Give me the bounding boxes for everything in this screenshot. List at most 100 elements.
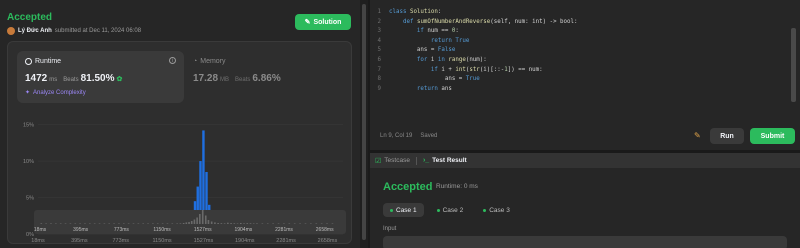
- code-text[interactable]: def sumOfNumberAndReverse(self, num: int…: [389, 18, 578, 28]
- pencil-icon: ✎: [304, 19, 311, 26]
- scrubber-bar: [132, 223, 135, 224]
- scrubber-bar: [210, 221, 213, 224]
- scrubber-bar: [246, 223, 249, 224]
- tab-test-result[interactable]: ›_ Test Result: [423, 157, 467, 164]
- x-tick-label: 1904ms: [235, 238, 255, 244]
- submission-status: Accepted: [7, 12, 53, 23]
- checkbox-icon: ☑: [375, 157, 382, 165]
- code-text[interactable]: for i in range(num):: [389, 56, 487, 66]
- scrubber-bar: [122, 223, 125, 224]
- pass-dot-icon: [483, 208, 487, 212]
- code-text[interactable]: ans = False: [389, 46, 455, 56]
- scrubber-bar: [84, 223, 86, 224]
- code-line[interactable]: 2 def sumOfNumberAndReverse(self, num: i…: [370, 18, 578, 28]
- code-line[interactable]: 3 if num == 0:: [370, 27, 578, 37]
- scrubber-bar: [204, 215, 207, 224]
- analyze-complexity-link[interactable]: ✦ Analyze Complexity: [25, 89, 86, 97]
- scrubber-bar: [93, 223, 96, 224]
- scrubber-bar: [127, 223, 130, 224]
- code-text[interactable]: return ans: [389, 85, 452, 95]
- result-runtime: Runtime: 0 ms: [436, 183, 478, 190]
- scrubber-bar: [64, 223, 67, 224]
- code-line[interactable]: 9 return ans: [370, 85, 578, 95]
- runtime-beats-label: Beats: [63, 77, 79, 83]
- scrubber-bar: [272, 223, 274, 224]
- scrubber-tick-label: 1527ms: [194, 227, 212, 233]
- case-3-button[interactable]: Case 3: [476, 203, 517, 217]
- memory-beats-label: Beats: [235, 77, 251, 83]
- memory-beats-pct: 6.86%: [252, 73, 281, 84]
- tab-testcase[interactable]: ☑ Testcase: [375, 157, 410, 165]
- code-text[interactable]: class Solution:: [389, 8, 441, 18]
- scrubber-bar: [230, 223, 232, 224]
- scrubber-tick-label: 2658ms: [316, 227, 334, 233]
- code-text[interactable]: if num == 0:: [389, 27, 459, 37]
- y-tick-label: 15%: [23, 123, 34, 129]
- runtime-label: Runtime: [35, 58, 62, 65]
- code-editor[interactable]: 1 class Solution: 2 def sumOfNumberAndReve…: [370, 0, 800, 150]
- run-button[interactable]: Run: [710, 128, 744, 144]
- save-status: Saved: [420, 133, 438, 139]
- memory-label-row[interactable]: ◔ Memory: [193, 58, 226, 65]
- scrubber-bar: [310, 223, 312, 224]
- scrubber-bar: [69, 223, 72, 224]
- solution-button[interactable]: ✎ Solution: [295, 14, 351, 30]
- line-number: 7: [377, 66, 382, 73]
- scrubber-bar: [249, 223, 252, 224]
- test-result-panel: ☑ Testcase ›_ Test Result Accepted Runti…: [370, 153, 800, 248]
- y-tick-label: 10%: [23, 159, 34, 165]
- sparkle-icon: ✦: [25, 90, 31, 96]
- code-line[interactable]: 1 class Solution:: [370, 8, 578, 18]
- case-1-label: Case 1: [396, 206, 417, 214]
- scrubber-bar: [283, 223, 285, 224]
- x-tick-label: 1527ms: [194, 238, 214, 244]
- case-2-button[interactable]: Case 2: [430, 203, 471, 217]
- line-number: 3: [377, 28, 382, 35]
- username-link[interactable]: Lý Đức Anh: [18, 28, 52, 34]
- scrubber-bar: [236, 223, 239, 224]
- line-number: 5: [377, 47, 382, 54]
- scrubber-bar: [326, 223, 328, 224]
- scrubber-bar: [182, 223, 185, 224]
- case-1-button[interactable]: Case 1: [383, 203, 424, 217]
- code-line[interactable]: 7 if i + int(str(i)[::-1]) == num:: [370, 66, 578, 76]
- scrubber-bar: [45, 223, 47, 224]
- solution-button-label: Solution: [313, 18, 342, 26]
- memory-icon: ◔: [193, 58, 198, 65]
- avatar[interactable]: [7, 27, 15, 35]
- code-text[interactable]: return True: [389, 37, 469, 47]
- code-area[interactable]: 1 class Solution: 2 def sumOfNumberAndReve…: [370, 8, 578, 94]
- scrubber-bar: [217, 223, 219, 224]
- stats-card: Runtime i 1472 ms Beats 81.50% ✿ ✦ Analy…: [7, 41, 352, 244]
- left-scrollbar[interactable]: [360, 0, 368, 248]
- line-number: 8: [377, 76, 382, 83]
- scrubber-bar: [293, 223, 296, 224]
- case-tabs: Case 1 Case 2 Case 3: [383, 203, 517, 217]
- result-tabs: ☑ Testcase ›_ Test Result: [370, 153, 800, 168]
- chart-range-scrubber[interactable]: 18ms 395ms 773ms 1150ms 1527ms 1904ms 2281ms 26…: [34, 209, 346, 234]
- memory-value: 17.28: [193, 73, 219, 84]
- code-line[interactable]: 6 for i in range(num):: [370, 56, 578, 66]
- debug-icon[interactable]: ✎: [694, 131, 701, 140]
- submit-button[interactable]: Submit: [750, 128, 795, 144]
- code-line[interactable]: 4 return True: [370, 37, 578, 47]
- code-line[interactable]: 5 ans = False: [370, 46, 578, 56]
- editor-status: Ln 9, Col 19 Saved: [380, 133, 437, 139]
- left-scrollbar-thumb[interactable]: [362, 4, 366, 240]
- code-text[interactable]: ans = True: [389, 75, 480, 85]
- scrubber-bar: [201, 209, 204, 224]
- scrubber-bar: [113, 223, 115, 224]
- runtime-unit: ms: [49, 77, 58, 83]
- scrubber-bar: [89, 223, 91, 224]
- scrubber-bar: [299, 223, 301, 224]
- scrubber-bar: [304, 223, 307, 224]
- scrubber-bar: [79, 223, 81, 224]
- info-icon[interactable]: i: [169, 57, 176, 64]
- editor-scrollbar[interactable]: [791, 28, 796, 102]
- scrubber-bar: [74, 223, 77, 224]
- code-text[interactable]: if i + int(str(i)[::-1]) == num:: [389, 66, 543, 76]
- code-line[interactable]: 8 ans = True: [370, 75, 578, 85]
- runtime-box[interactable]: Runtime i 1472 ms Beats 81.50% ✿ ✦ Analy…: [17, 51, 184, 103]
- scrubber-minimap: 18ms 395ms 773ms 1150ms 1527ms 1904ms 2281ms 26…: [34, 209, 334, 233]
- x-tick-label: 395ms: [71, 238, 88, 244]
